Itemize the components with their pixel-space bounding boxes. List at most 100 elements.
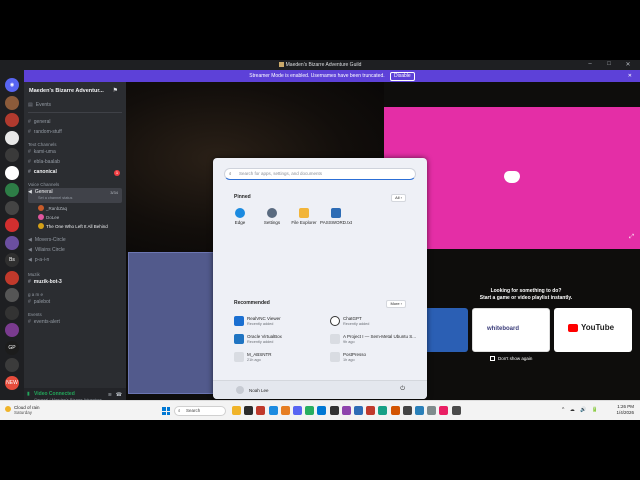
- server-icon[interactable]: [5, 113, 19, 127]
- more-button[interactable]: More ›: [386, 300, 406, 308]
- channel-random-stuff[interactable]: # random-stuff: [28, 128, 122, 137]
- disconnect-icon[interactable]: ☎: [116, 392, 122, 398]
- taskbar-app-icon[interactable]: [427, 406, 437, 415]
- voice-status[interactable]: Set a channel status: [38, 196, 72, 200]
- voice-user-name: DoLee: [46, 215, 60, 220]
- taskbar-app-icon[interactable]: [280, 406, 290, 415]
- taskbar-app-icon[interactable]: [317, 406, 327, 415]
- category-muzik[interactable]: Muzik: [28, 272, 40, 277]
- recommended-sub: Recently added: [247, 340, 274, 344]
- pinned-app-file-explorer[interactable]: File Explorer: [288, 208, 320, 225]
- server-icon[interactable]: Bs: [5, 253, 19, 267]
- checkbox[interactable]: [490, 356, 495, 361]
- taskbar-app-icon[interactable]: [232, 406, 241, 415]
- server-icon[interactable]: [5, 200, 19, 215]
- voice-channel-villains-circle[interactable]: ◀ Villains Circle: [28, 246, 122, 255]
- taskbar-app-icon[interactable]: [390, 406, 400, 415]
- recommended-item[interactable]: PostPresso 1h ago: [330, 351, 420, 366]
- server-icon[interactable]: [5, 305, 19, 320]
- taskbar-app-icon[interactable]: [341, 406, 351, 415]
- clock[interactable]: 1:26 PM 1/4/2026: [616, 404, 634, 416]
- server-icon[interactable]: [5, 358, 19, 372]
- recommended-item[interactable]: Oracle VirtualBox Recently added: [234, 333, 324, 348]
- voice-user[interactable]: DoLee: [38, 214, 59, 222]
- windows-start-button[interactable]: [162, 407, 170, 415]
- power-icon[interactable]: ⏻: [400, 386, 405, 393]
- tv-activity-card[interactable]: [426, 308, 468, 352]
- youtube-activity-card[interactable]: YouTube: [554, 308, 632, 352]
- server-icon[interactable]: [5, 148, 19, 162]
- category-events[interactable]: Events: [28, 312, 42, 317]
- category-voice-channels[interactable]: Voice Channels: [28, 182, 59, 187]
- channel-kami-uma[interactable]: # kami-uma: [28, 148, 122, 157]
- recommended-item[interactable]: RealVNC Viewer Recently added: [234, 315, 324, 330]
- server-icon[interactable]: [5, 165, 19, 180]
- category-text-channels[interactable]: Text Channels: [28, 142, 57, 147]
- recommended-item[interactable]: ChatGPT Recently added: [330, 315, 420, 330]
- taskbar-app-icon[interactable]: [415, 406, 424, 415]
- server-icon[interactable]: [5, 288, 19, 302]
- channel-muzik-bot-3[interactable]: # muzik-bot-3: [28, 278, 122, 287]
- server-icon[interactable]: [5, 130, 19, 145]
- start-search-input[interactable]: ⌕ Search for apps, settings, and documen…: [224, 168, 416, 180]
- close-button[interactable]: ✕: [624, 61, 632, 69]
- voice-channel-movers-circle[interactable]: ◀ Movers-Circle: [28, 236, 122, 245]
- server-icon[interactable]: [5, 95, 19, 110]
- taskbar-app-icon[interactable]: [439, 406, 449, 415]
- dont-show-again[interactable]: Don't show again: [490, 356, 532, 361]
- channel-events-alert[interactable]: # events-alert: [28, 318, 122, 327]
- recommended-item[interactable]: A Project I — Sem-Metal Ubuntu S... 9h ag…: [330, 333, 420, 348]
- channel-canonical[interactable]: # canonical: [28, 168, 122, 177]
- maximize-button[interactable]: □: [605, 61, 613, 69]
- server-icon[interactable]: NEW: [5, 375, 19, 390]
- server-icon[interactable]: GP: [5, 340, 19, 355]
- whiteboard-activity-card[interactable]: whiteboard: [472, 308, 550, 352]
- channel-ebla-baalab[interactable]: # ebla-baalab: [28, 158, 122, 167]
- pinned-app-password-txt[interactable]: PASSWORD.txt: [320, 208, 352, 225]
- voice-user[interactable]: The One Who Left It All Behind: [38, 223, 108, 231]
- server-icon[interactable]: [5, 183, 19, 197]
- weather-icon: [5, 406, 11, 412]
- server-icon[interactable]: [5, 218, 19, 232]
- taskbar-app-icon[interactable]: [244, 406, 254, 415]
- taskbar-app-icon[interactable]: [268, 406, 278, 415]
- voice-user[interactable]: _RanbZaq: [38, 205, 67, 213]
- server-icon[interactable]: [5, 270, 19, 285]
- user-name[interactable]: Noah Lee: [249, 388, 269, 393]
- taskbar-app-icon[interactable]: [451, 406, 461, 415]
- channel-palebot[interactable]: # palebot: [28, 298, 122, 307]
- disable-streamer-button[interactable]: Disable: [390, 72, 415, 81]
- avatar[interactable]: [236, 386, 244, 394]
- server-icon[interactable]: [5, 235, 19, 250]
- channel-general[interactable]: # general: [28, 118, 122, 127]
- expand-icon[interactable]: ⤢: [629, 234, 634, 241]
- weather-sub: Saturday: [14, 410, 33, 415]
- taskbar-search[interactable]: ⌕ Search: [174, 406, 226, 416]
- taskbar-app-icon[interactable]: [329, 406, 339, 415]
- voice-channel-pain[interactable]: ◀ p-a-i-n: [28, 256, 122, 265]
- taskbar-app-icon[interactable]: [293, 406, 302, 415]
- server-icon[interactable]: ◉: [5, 78, 19, 92]
- server-icon[interactable]: [5, 323, 19, 337]
- boost-icon[interactable]: ⚑: [113, 87, 118, 94]
- pinned-app-settings[interactable]: Settings: [256, 208, 288, 225]
- taskbar-app-icon[interactable]: [354, 406, 363, 415]
- taskbar-app-icon[interactable]: [305, 406, 315, 415]
- guild-name[interactable]: Maeden's Bizarre Adventur...: [29, 88, 104, 94]
- noise-suppression-icon[interactable]: ≋: [108, 392, 112, 398]
- participant-tile-selected[interactable]: [128, 252, 214, 394]
- taskbar-app-icon[interactable]: [366, 406, 376, 415]
- pinned-app-edge[interactable]: Edge: [224, 208, 256, 225]
- category-game[interactable]: g a m e: [28, 292, 43, 297]
- taskbar-app-icon[interactable]: [256, 406, 266, 415]
- recommended-item[interactable]: M_ABSNTR 21h ago: [234, 351, 324, 366]
- start-menu: ⌕ Search for apps, settings, and documen…: [213, 158, 427, 399]
- taskbar-app-icon[interactable]: [378, 406, 388, 415]
- system-tray-icons[interactable]: ^ ☁ 🔊 🔋: [562, 407, 600, 413]
- all-apps-button[interactable]: All ›: [391, 194, 406, 202]
- taskbar-app-icon[interactable]: [402, 406, 412, 415]
- events-item[interactable]: ▤ Events: [28, 101, 122, 110]
- minimize-button[interactable]: –: [586, 61, 594, 69]
- voice-channel-label: Movers-Circle: [34, 237, 66, 243]
- banner-close-icon[interactable]: ✕: [628, 70, 632, 82]
